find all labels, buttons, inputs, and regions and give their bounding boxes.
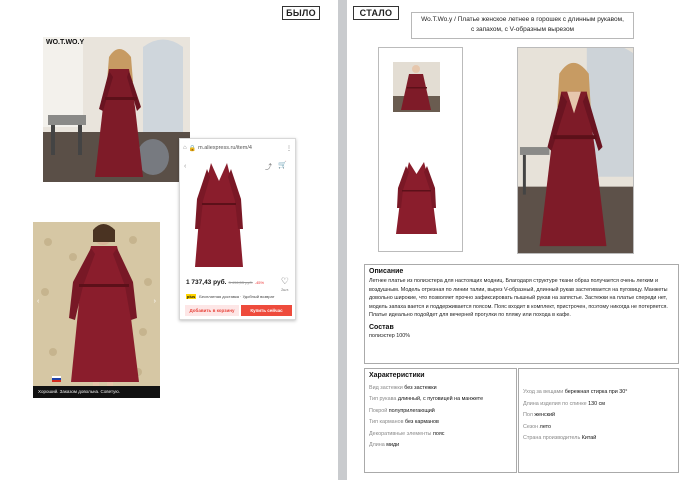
home-icon: ⌂ (183, 145, 187, 151)
char-key: Длина (369, 442, 385, 448)
buy-now-button[interactable]: Купить сейчас (241, 305, 292, 316)
after-tag: СТАЛО (353, 6, 399, 20)
delivery-text: Бесплатная доставка · Удобный возврат (199, 294, 275, 299)
char-key: Декоративные элементы (369, 430, 432, 437)
russia-flag-icon (52, 376, 61, 382)
description-text: Летнее платье из полиэстера для настоящи… (369, 278, 668, 319)
char-key: Длина изделия по спинке (523, 400, 587, 407)
share-icon[interactable]: ⤴ (265, 162, 272, 172)
thumbnail-dress[interactable] (393, 158, 440, 238)
aliexpress-product-card: ⌂ 🔒 m.aliexpress.ru/item/4 ⋮ ‹ ⤴ 🛒 1 737… (179, 138, 296, 320)
char-value: лето (539, 423, 552, 430)
char-row: Длина изделия по спинке 130 см (523, 401, 674, 407)
characteristics-section: Характеристики Вид застежки без застежки… (364, 368, 517, 473)
char-value: бережная стирка при 30° (564, 389, 628, 395)
add-to-cart-button[interactable]: Добавить в корзину (185, 305, 239, 316)
before-page: БЫЛО WO.T.WO.Y ‹ › Хороший. Заказом дово… (0, 0, 338, 480)
char-row: Декоративные элементы пояс (369, 431, 512, 437)
review-caption: Хороший. Заказом довольна. Советую. (38, 389, 120, 394)
cart-icon[interactable]: 🛒 (278, 161, 287, 169)
composition-heading: Состав (369, 323, 394, 331)
char-key: Страна производитель (523, 435, 581, 441)
char-value: полуприлегающий (388, 407, 435, 414)
next-arrow-icon[interactable]: › (154, 298, 156, 305)
back-icon[interactable]: ‹ (184, 163, 186, 170)
url-text: m.aliexpress.ru/item/4 (198, 145, 252, 151)
char-value: Китай (581, 435, 597, 441)
char-value: миди (386, 442, 400, 448)
char-row: Тип карманов без карманов (369, 419, 512, 425)
browser-url-bar[interactable]: ⌂ 🔒 m.aliexpress.ru/item/4 ⋮ (183, 142, 292, 154)
char-row: Пол женский (523, 412, 674, 418)
current-price: 1 737,43 руб. (186, 279, 227, 286)
char-value: пояс (432, 430, 445, 437)
characteristics-heading: Характеристики (369, 372, 425, 379)
char-value: женский (534, 412, 556, 418)
char-row: Уход за вещами бережная стирка при 30° (523, 389, 674, 395)
char-row: Тип рукава длинный, с пуговицей на манже… (369, 396, 512, 402)
model-photo-room: WO.T.WO.Y (43, 37, 190, 182)
delivery-row: plus Бесплатная доставка · Удобный возвр… (186, 294, 275, 299)
before-tag: БЫЛО (282, 6, 320, 20)
review-photo: ‹ › (33, 222, 160, 398)
char-value: без застежки (404, 384, 437, 391)
char-row: Страна производитель Китай (523, 435, 674, 441)
char-value: длинный, с пуговицей на манжете (397, 396, 484, 402)
composition-value: полиэстер 100% (369, 332, 411, 339)
product-title-line1: Wo.T.Wo.y / Платье женское летнее в горо… (421, 16, 624, 23)
thumbnail-gallery (378, 47, 463, 252)
product-price: 1 737,43 руб. 3 496,53 руб. -45% (186, 279, 264, 286)
char-value: без карманов (405, 419, 439, 425)
char-value: 130 см (588, 400, 606, 407)
after-page: СТАЛО Wo.T.Wo.y / Платье женское летнее … (347, 0, 685, 480)
thumbnail-model[interactable] (393, 62, 440, 112)
lock-icon: 🔒 (188, 145, 197, 152)
characteristics-section-2: Уход за вещами бережная стирка при 30° Д… (518, 368, 679, 473)
menu-dots-icon[interactable]: ⋮ (286, 145, 292, 152)
buy-count: 2шт. (281, 287, 289, 292)
char-row: Вид застежки без застежки (369, 385, 512, 391)
product-title-box: Wo.T.Wo.y / Платье женское летнее в горо… (411, 12, 634, 39)
main-product-photo (517, 47, 634, 254)
char-key: Пол (523, 412, 533, 418)
char-key: Сезон (523, 423, 539, 430)
char-key: Покрой (369, 407, 388, 414)
prev-arrow-icon[interactable]: ‹ (37, 298, 39, 305)
product-title-line2: с запахом, с V-образным вырезом (470, 26, 575, 33)
char-key: Тип рукава (369, 396, 397, 402)
char-key: Тип карманов (369, 419, 404, 425)
char-key: Уход за вещами (523, 389, 564, 395)
description-section: Описание Летнее платье из полиэстера для… (364, 264, 679, 364)
char-row: Покрой полуприлегающий (369, 408, 512, 414)
char-row: Сезон лето (523, 424, 674, 430)
brand-watermark: WO.T.WO.Y (46, 39, 85, 46)
product-photo (193, 159, 245, 271)
char-key: Вид застежки (369, 384, 403, 391)
discount-badge: -45% (254, 280, 265, 285)
plus-badge: plus (186, 294, 197, 299)
description-heading: Описание (369, 268, 404, 275)
old-price: 3 496,53 руб. (228, 280, 253, 285)
page-divider (338, 0, 347, 480)
favorite-heart-icon[interactable]: ♡ (281, 276, 289, 287)
char-row: Длина миди (369, 442, 512, 448)
